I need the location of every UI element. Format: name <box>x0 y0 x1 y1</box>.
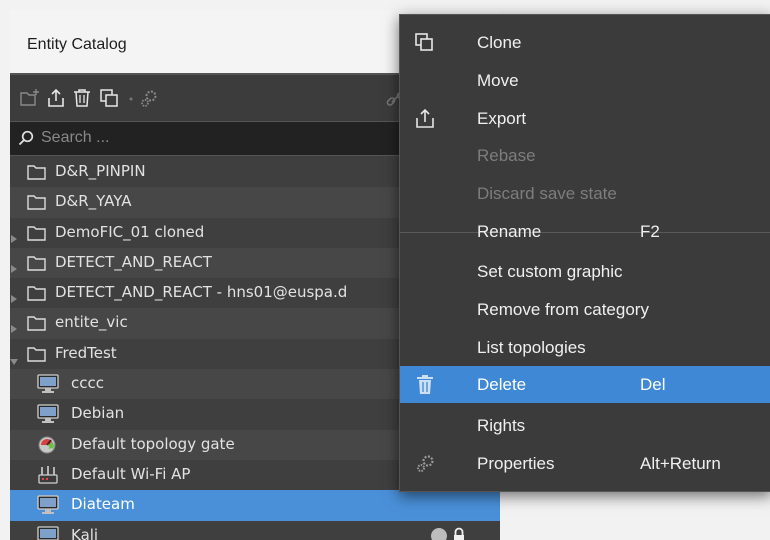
menu-item-set-custom-graphic[interactable]: Set custom graphic <box>400 253 770 290</box>
gateway-icon <box>37 435 59 455</box>
context-menu: Clone Move Export Rebase Discard save state R… <box>399 14 770 492</box>
menu-item-label: Remove from category <box>477 300 649 319</box>
wifi-router-icon <box>37 465 59 485</box>
menu-item-discard-save-state: Discard save state <box>400 175 770 212</box>
menu-item-label: Export <box>477 109 527 128</box>
menu-item-rebase: Rebase <box>400 137 770 174</box>
expand-arrow-icon[interactable] <box>11 229 17 243</box>
expand-arrow-icon[interactable] <box>11 289 17 304</box>
search-icon <box>18 130 34 146</box>
tree-row[interactable]: Diateam <box>10 490 500 521</box>
tree-row-label: Debian <box>71 404 125 423</box>
tree-row-label: FredTest <box>55 343 117 362</box>
menu-item-shortcut: F2 <box>640 222 660 241</box>
menu-item-label: Rebase <box>477 146 536 165</box>
monitor-icon <box>37 525 59 540</box>
menu-item-rename[interactable]: Rename F2 <box>400 213 770 250</box>
menu-item-label: Discard save state <box>477 184 617 203</box>
menu-item-label: Set custom graphic <box>477 262 623 281</box>
menu-item-list-topologies[interactable]: List topologies <box>400 329 770 366</box>
tree-row-label: Default topology gate <box>71 434 235 453</box>
folder-icon <box>27 315 47 332</box>
menu-item-label: Move <box>477 71 519 90</box>
trash-icon <box>414 374 436 396</box>
folder-icon <box>27 194 47 210</box>
clone-icon[interactable] <box>98 87 120 109</box>
folder-icon <box>27 225 47 241</box>
menu-item-label: Delete <box>477 375 527 394</box>
tree-row[interactable]: Kali <box>10 521 500 540</box>
tree-row-label: entite_vic <box>55 313 128 332</box>
menu-item-shortcut: Alt+Return <box>640 454 721 473</box>
trash-icon[interactable] <box>71 87 93 109</box>
tree-row-label: DETECT_AND_REACT - hns01@euspa.d <box>55 283 348 302</box>
tree-row-label: Diateam <box>71 495 135 514</box>
properties-icon[interactable] <box>138 87 160 109</box>
menu-item-label: Rights <box>477 416 526 435</box>
menu-item-label: Properties <box>477 454 555 473</box>
menu-item-remove-from-category[interactable]: Remove from category <box>400 291 770 328</box>
export-icon[interactable] <box>45 87 67 109</box>
clone-icon <box>414 32 436 54</box>
tree-row-label: DETECT_AND_REACT <box>55 252 212 271</box>
panel-title: Entity Catalog <box>27 36 127 53</box>
menu-item-label: Rename <box>477 222 542 241</box>
menu-item-clone[interactable]: Clone <box>400 24 770 61</box>
tree-row-label: Kali <box>71 525 99 540</box>
menu-item-label: Clone <box>477 33 522 52</box>
gears-icon <box>414 453 436 475</box>
collapse-arrow-icon[interactable] <box>10 351 18 365</box>
export-icon <box>414 108 436 130</box>
folder-icon <box>27 255 47 271</box>
menu-item-rights[interactable]: Rights <box>400 407 770 444</box>
expand-arrow-icon[interactable] <box>11 319 17 334</box>
monitor-icon <box>37 404 59 424</box>
menu-item-label: List topologies <box>477 338 586 357</box>
menu-item-move[interactable]: Move <box>400 62 770 99</box>
folder-icon <box>27 285 47 301</box>
expand-arrow-icon[interactable] <box>11 259 17 273</box>
monitor-icon <box>37 495 59 515</box>
folder-icon <box>27 164 47 180</box>
menu-item-properties[interactable]: Properties Alt+Return <box>400 445 770 482</box>
menu-item-shortcut: Del <box>640 375 666 394</box>
folder-icon <box>27 346 47 362</box>
tree-row-label: Default Wi-Fi AP <box>71 464 191 483</box>
menu-item-export[interactable]: Export <box>400 100 770 137</box>
tree-row-label: D&R_PINPIN <box>55 162 146 180</box>
tree-row-label: DemoFIC_01 cloned <box>55 222 205 241</box>
monitor-icon <box>37 374 59 394</box>
tree-row-label: cccc <box>71 374 104 393</box>
toolbar-separator <box>128 87 134 109</box>
menu-item-delete[interactable]: Delete Del <box>400 366 770 403</box>
tree-row-label: D&R_YAYA <box>55 192 132 211</box>
search-input[interactable]: Search ... <box>41 129 109 147</box>
new-folder-icon[interactable] <box>19 87 41 109</box>
status-indicator-icon <box>431 527 447 540</box>
lock-icon <box>452 527 466 540</box>
